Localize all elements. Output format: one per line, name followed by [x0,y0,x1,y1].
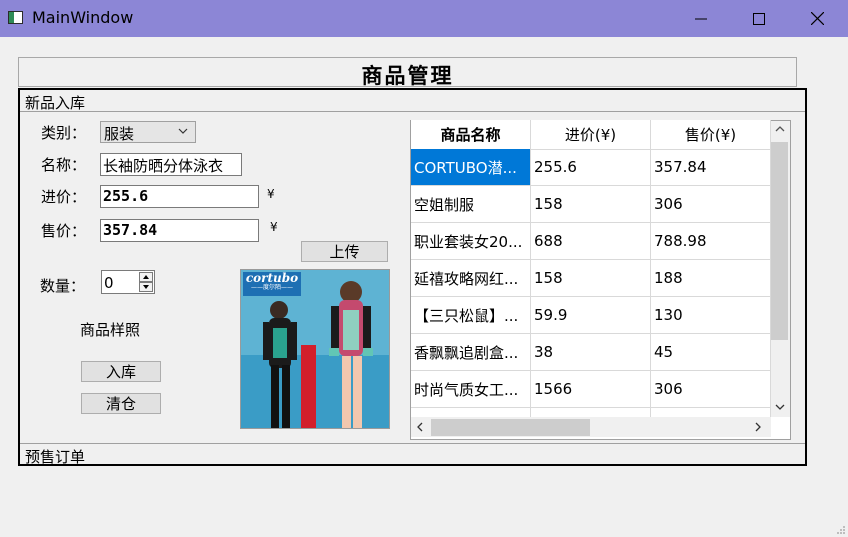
cell-price[interactable]: 306 [651,371,771,408]
arrow-down-icon [143,285,149,289]
tab-new-stock[interactable]: 新品入库 [25,92,85,113]
clear-stock-button[interactable]: 清仓 [81,393,161,414]
currency-symbol: ¥ [267,187,275,201]
vertical-scroll-thumb[interactable] [771,142,788,340]
column-header-cost[interactable]: 进价(¥) [531,120,651,150]
cell-price[interactable]: 45 [651,334,771,371]
price-value: 357.84 [103,221,158,239]
column-header-price[interactable]: 售价(¥) [651,120,771,150]
cell-name[interactable]: 时尚气质女工... [411,371,531,408]
category-label: 类别： [41,124,87,142]
cell-name[interactable]: 【三只松鼠】... [411,297,531,334]
quantity-label: 数量： [40,277,86,295]
cell-cost[interactable]: 255.6 [531,149,651,186]
cell-cost[interactable]: 59.9 [531,297,651,334]
cell-price[interactable]: 357.84 [651,149,771,186]
page-title: 商品管理 [361,63,454,88]
cell-cost[interactable]: 1566 [531,371,651,408]
table-row-partial [531,408,651,417]
brand-logo: cortubo [245,271,299,285]
cost-value: 255.6 [103,187,149,205]
cell-cost[interactable]: 38 [531,334,651,371]
name-value: 长袖防晒分体泳衣 [103,157,224,175]
sample-photo-label: 商品样照 [80,321,141,339]
column-header-name[interactable]: 商品名称 [411,120,531,150]
cell-price[interactable]: 788.98 [651,223,771,260]
chevron-down-icon [178,128,188,134]
cell-cost[interactable]: 158 [531,186,651,223]
divider [20,111,805,112]
brand-logo-subtitle: ——度尔陌—— [250,284,293,291]
spin-down-button[interactable] [139,282,153,292]
upload-button[interactable]: 上传 [301,241,388,262]
spin-up-button[interactable] [139,272,153,282]
cell-name[interactable]: 香飘飘追剧盒... [411,334,531,371]
close-button[interactable] [788,0,846,37]
price-label: 售价： [41,222,87,240]
stock-in-button[interactable]: 入库 [81,361,161,382]
tab-presale[interactable]: 预售订单 [25,446,85,467]
scroll-right-icon[interactable] [754,422,762,432]
currency-symbol: ¥ [270,220,278,234]
app-icon [8,11,23,24]
maximize-button[interactable] [730,0,788,37]
quantity-value: 0 [104,274,114,292]
table-row-partial [411,408,531,417]
resize-grip-icon[interactable] [836,525,846,535]
name-label: 名称： [41,156,87,174]
minimize-icon [695,18,707,19]
category-value: 服装 [104,125,135,143]
cell-name[interactable]: 延禧攻略网红... [411,260,531,297]
cost-label: 进价： [41,188,87,206]
scroll-down-icon[interactable] [775,403,785,411]
cell-cost[interactable]: 688 [531,223,651,260]
horizontal-scroll-thumb[interactable] [431,419,590,436]
close-icon [810,12,824,25]
cell-price[interactable]: 188 [651,260,771,297]
scroll-up-icon[interactable] [775,125,785,133]
product-image: cortubo ——度尔陌—— [240,269,390,429]
divider [20,443,805,444]
scroll-left-icon[interactable] [416,422,424,432]
cell-price[interactable]: 306 [651,186,771,223]
cell-price[interactable]: 130 [651,297,771,334]
arrow-up-icon [143,275,149,279]
minimize-button[interactable] [672,0,730,37]
cell-name[interactable]: 职业套装女20... [411,223,531,260]
cell-cost[interactable]: 158 [531,260,651,297]
cell-name[interactable]: 空姐制服 [411,186,531,223]
window-title: MainWindow [32,8,134,27]
cell-name[interactable]: CORTUBO潜... [411,149,531,186]
maximize-icon [753,12,765,25]
table-row-partial [651,408,771,417]
